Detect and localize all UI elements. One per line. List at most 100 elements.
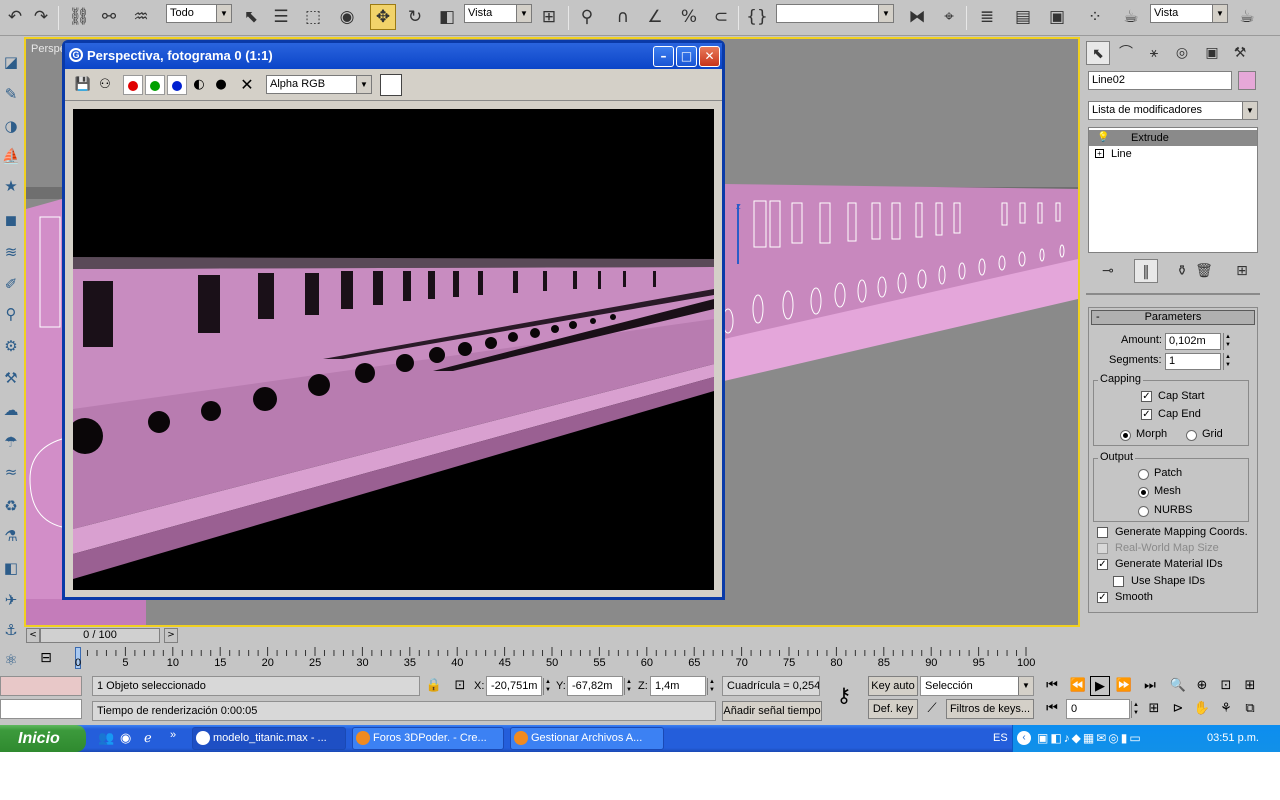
orbit-icon[interactable]: ⚘ — [1216, 699, 1236, 719]
key-mode-toggle-icon[interactable]: ⏮ — [1042, 699, 1062, 719]
angle-snap-icon[interactable]: ∠ — [642, 4, 668, 30]
render-view-dropdown[interactable]: Vista ▼ — [1150, 4, 1228, 23]
key-tangent-icon[interactable]: ⟋ — [922, 699, 942, 719]
zoom-all-icon[interactable]: ⊕ — [1192, 676, 1212, 696]
use-shape-ids-checkbox[interactable] — [1113, 576, 1124, 587]
lock-selection-icon[interactable]: 🔒 — [424, 676, 444, 696]
clear-icon[interactable]: ✕ — [237, 75, 257, 95]
stack-item-line[interactable]: + Line — [1089, 146, 1257, 162]
strip-tool-icon[interactable]: ★ — [0, 175, 22, 197]
align-icon[interactable]: ⌖ — [936, 4, 962, 30]
segments-input[interactable]: 1 — [1165, 353, 1221, 370]
blue-channel-toggle[interactable] — [167, 75, 187, 95]
strip-tool-icon[interactable]: ✈ — [0, 589, 22, 611]
language-indicator[interactable]: ES — [993, 725, 1008, 752]
taskbar-item-firefox-forum[interactable]: Foros 3DPoder. - Cre... — [352, 727, 504, 750]
clone-window-icon[interactable]: ⚇ — [95, 75, 115, 95]
make-unique-icon[interactable]: ⚱ — [1170, 259, 1194, 283]
mesh-radio[interactable] — [1138, 487, 1149, 498]
percent-snap-icon[interactable]: % — [676, 4, 702, 30]
curve-editor-mini-icon[interactable]: ⊟ — [36, 650, 56, 668]
cap-end-checkbox[interactable]: ✓ — [1141, 409, 1152, 420]
select-by-name-icon[interactable]: ☰ — [268, 4, 294, 30]
maxscript-listener[interactable] — [0, 676, 82, 696]
prev-frame-arrow-icon[interactable]: < — [26, 628, 40, 643]
tray-icons[interactable]: ▣◧♪◆▦✉◎▮▭ — [1037, 725, 1143, 752]
redo-icon[interactable]: ↷ — [28, 4, 54, 30]
zoom-extents-icon[interactable]: ⊡ — [1216, 676, 1236, 696]
taskbar-item-3dsmax[interactable]: modelo_titanic.max - ... — [192, 727, 346, 750]
maxscript-input[interactable] — [0, 699, 82, 719]
select-object-icon[interactable]: ⬉ — [238, 4, 264, 30]
z-coordinate-field[interactable]: 1,4m — [650, 676, 706, 696]
background-color-swatch[interactable] — [380, 74, 402, 96]
morph-radio[interactable] — [1120, 430, 1131, 441]
expand-plus-icon[interactable]: + — [1095, 149, 1104, 158]
configure-sets-icon[interactable]: ⊞ — [1230, 259, 1254, 283]
remove-modifier-icon[interactable]: 🗑 — [1192, 259, 1216, 283]
unlink-icon[interactable]: ⚯ — [96, 4, 122, 30]
strip-tool-icon[interactable]: ⚗ — [0, 525, 22, 547]
curve-editor-icon[interactable]: ▤ — [1010, 4, 1036, 30]
close-button[interactable]: ✕ — [699, 46, 720, 67]
strip-tool-icon[interactable]: ✐ — [0, 273, 22, 295]
alpha-channel-icon[interactable]: ◐ — [189, 75, 209, 95]
monochrome-icon[interactable]: ● — [211, 75, 231, 95]
key-mode-dropdown[interactable]: Selección ▼ — [920, 676, 1034, 696]
strip-tool-icon[interactable]: ≈ — [0, 461, 22, 483]
frame-spinner[interactable]: ▲ ▼ — [1131, 701, 1140, 718]
strip-tool-icon[interactable]: ⚒ — [0, 367, 22, 389]
field-of-view-icon[interactable]: ⊳ — [1168, 699, 1188, 719]
render-scene-icon[interactable]: ☕ — [1118, 4, 1144, 30]
select-link-icon[interactable]: ⛓ — [66, 4, 92, 30]
named-selection-dropdown[interactable]: ▼ — [776, 4, 894, 23]
lightbulb-icon[interactable]: 💡 — [1097, 130, 1109, 146]
display-tab-icon[interactable]: ▣ — [1200, 41, 1224, 65]
manipulate-icon[interactable]: ⚲ — [574, 4, 600, 30]
strip-tool-icon[interactable]: ⚙ — [0, 335, 22, 357]
track-bar[interactable]: 0 5 10 15 20 25 30 35 40 45 50 55 60 65 70 75 80 85 90 95 10… — [72, 647, 1080, 673]
strip-tool-icon[interactable]: ⚓ — [0, 619, 22, 641]
red-channel-toggle[interactable] — [123, 75, 143, 95]
bind-space-warp-icon[interactable]: ♒ — [128, 4, 154, 30]
layer-manager-icon[interactable]: ≣ — [974, 4, 1000, 30]
y-spinner[interactable]: ▲ ▼ — [624, 678, 633, 695]
render-frame-window[interactable]: G Perspectiva, fotograma 0 (1:1) – □ ✕ 💾… — [62, 40, 725, 600]
object-name-field[interactable]: Line02 — [1088, 71, 1232, 90]
selection-filter-dropdown[interactable]: Todo ▼ — [166, 4, 232, 23]
zoom-extents-all-icon[interactable]: ⊞ — [1240, 676, 1260, 696]
patch-radio[interactable] — [1138, 469, 1149, 480]
reference-coordinate-dropdown[interactable]: Vista ▼ — [464, 4, 532, 23]
strip-tool-icon[interactable]: ⛵ — [0, 145, 22, 167]
quick-render-icon[interactable]: ☕ — [1234, 4, 1260, 30]
spinner-snap-icon[interactable]: ⊂ — [708, 4, 734, 30]
strip-tool-icon[interactable]: ≋ — [0, 241, 22, 263]
window-crossing-icon[interactable]: ◉ — [334, 4, 360, 30]
strip-tool-icon[interactable]: ♻ — [0, 495, 22, 517]
select-and-move-icon[interactable]: ✥ — [370, 4, 396, 30]
pin-stack-icon[interactable]: ⊸ — [1096, 259, 1120, 283]
amount-input[interactable]: 0,102m — [1165, 333, 1221, 350]
create-tab-icon[interactable]: ⬉ — [1086, 41, 1110, 65]
quicklaunch-media-icon[interactable]: ◉ — [120, 730, 131, 746]
modify-tab-icon[interactable]: ⌒ — [1114, 41, 1138, 65]
time-slider-thumb[interactable]: 0 / 100 — [40, 628, 160, 643]
start-button[interactable]: Inicio — [0, 725, 86, 752]
quicklaunch-messenger-icon[interactable]: 👥 — [98, 730, 114, 746]
strip-tool-icon[interactable]: ☁ — [0, 399, 22, 421]
set-key-icon[interactable]: ⚷ — [828, 685, 860, 705]
quicklaunch-ie-icon[interactable]: ℯ — [144, 730, 152, 746]
key-filters-button[interactable]: Filtros de keys... — [946, 699, 1034, 719]
maximize-button[interactable]: □ — [676, 46, 697, 67]
z-spinner[interactable]: ▲ ▼ — [707, 678, 716, 695]
channel-display-dropdown[interactable]: Alpha RGB ▼ — [266, 75, 372, 94]
modifier-list-dropdown[interactable]: Lista de modificadores ▼ — [1088, 101, 1258, 120]
show-end-result-icon[interactable]: ‖ — [1134, 259, 1158, 283]
show-hidden-icons-icon[interactable]: ‹ — [1017, 731, 1031, 745]
go-to-end-icon[interactable]: ⏭ — [1140, 676, 1160, 696]
set-key-button[interactable]: Def. key — [868, 699, 918, 719]
edit-named-selection-icon[interactable]: {} — [744, 4, 770, 30]
utilities-tab-icon[interactable]: ⚒ — [1228, 41, 1252, 65]
mirror-icon[interactable]: ⧓ — [904, 4, 930, 30]
next-frame-icon[interactable]: ⏩ — [1114, 676, 1134, 696]
